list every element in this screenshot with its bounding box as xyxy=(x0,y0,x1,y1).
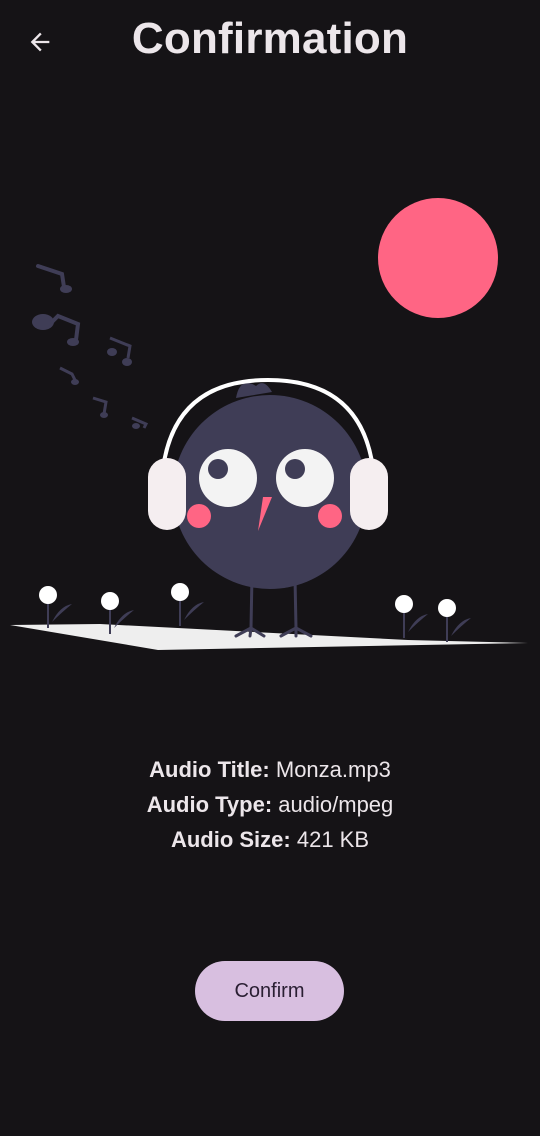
right-ear-cup xyxy=(350,458,388,530)
music-notes xyxy=(32,264,149,429)
audio-type-label: Audio Type: xyxy=(146,792,273,817)
ground xyxy=(10,624,528,650)
bird-body xyxy=(173,395,367,589)
left-ear-cup xyxy=(148,458,186,530)
page-title: Confirmation xyxy=(131,14,409,63)
left-cheek xyxy=(187,504,211,528)
audio-size-label: Audio Size: xyxy=(170,827,291,852)
audio-title-value: Monza.mp3 xyxy=(275,757,391,782)
confirm-button[interactable]: Confirm xyxy=(195,961,344,1021)
audio-type-value: audio/mpeg xyxy=(278,792,394,817)
right-cheek xyxy=(318,504,342,528)
audio-size-value: 421 KB xyxy=(296,827,370,852)
audio-title-label: Audio Title: xyxy=(149,757,270,782)
listening-bird-illustration xyxy=(10,198,528,650)
top-app-bar: Confirmation xyxy=(0,0,540,84)
audio-details: Audio Title: Monza.mp3 Audio Type: audio… xyxy=(0,752,540,857)
audio-type-row: Audio Type: audio/mpeg xyxy=(0,787,540,822)
sun xyxy=(378,198,498,318)
audio-title-row: Audio Title: Monza.mp3 xyxy=(0,752,540,787)
audio-size-row: Audio Size: 421 KB xyxy=(0,822,540,857)
